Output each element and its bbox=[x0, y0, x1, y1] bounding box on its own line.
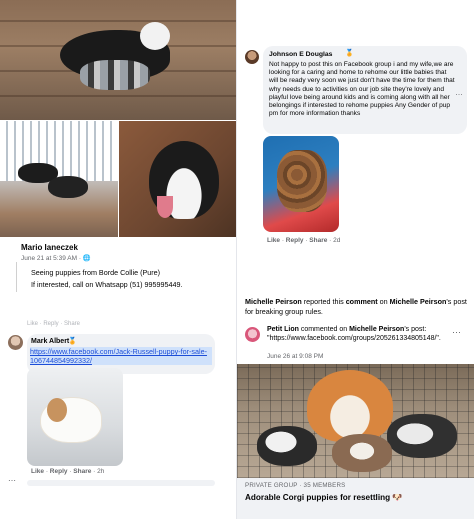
puppies-photo[interactable] bbox=[263, 136, 339, 232]
comment-bubble: Johnson E Douglas 🏅 Not happy to post th… bbox=[263, 46, 467, 134]
comment-timestamp[interactable]: June 26 at 9:08 PM bbox=[267, 353, 323, 360]
commenter-name[interactable]: Petit Lion bbox=[267, 326, 299, 333]
report-text: on bbox=[377, 297, 390, 306]
badge-icon: 🏅 bbox=[68, 338, 77, 345]
comment-body: Seeing puppies from Borde Collie (Pure) … bbox=[16, 262, 231, 292]
comment-actions: Like · Reply · Share · 2d bbox=[267, 237, 341, 244]
like-button[interactable]: Like bbox=[31, 468, 44, 475]
comment-link[interactable]: https://www.facebook.com/Jack-Russell-pu… bbox=[30, 347, 212, 365]
comment-time[interactable]: 2d bbox=[333, 237, 340, 244]
comment-actions: Like · Reply · Share · 2h bbox=[31, 468, 105, 475]
report-notice: Michelle Peirson reported this comment o… bbox=[245, 297, 470, 316]
avatar[interactable] bbox=[245, 50, 259, 64]
more-options-icon[interactable]: ⋯ bbox=[452, 327, 461, 338]
bottom-left-comment: Like · Reply · Share Mark Albert 🏅 https… bbox=[0, 318, 237, 519]
comment-header-text: 's post: bbox=[404, 326, 427, 333]
cropped-actions: Like · Reply · Share bbox=[27, 321, 81, 327]
comment-line-1: Seeing puppies from Borde Collie (Pure) bbox=[31, 268, 161, 277]
comment-author[interactable]: Mark Albert bbox=[31, 338, 69, 345]
reporter-name[interactable]: Michelle Peirson bbox=[245, 297, 302, 306]
post-owner-name[interactable]: Michelle Peirson bbox=[349, 326, 404, 333]
group-meta: PRIVATE GROUP · 35 MEMBERS bbox=[245, 482, 346, 489]
two-dogs-by-fence-photo[interactable] bbox=[0, 121, 118, 237]
comment-time[interactable]: 2h bbox=[97, 468, 104, 475]
comment-header: Petit Lion commented on Michelle Peirson… bbox=[267, 325, 457, 343]
avatar[interactable] bbox=[245, 327, 260, 342]
report-text: reported this bbox=[301, 297, 346, 306]
badge-icon: 🏅 bbox=[345, 50, 354, 57]
comment-line-2: If interested, call on Whatsapp (51) 995… bbox=[31, 280, 183, 289]
comment-header-text: commented on bbox=[298, 326, 350, 333]
comment-text: "https://www.facebook.com/groups/2052613… bbox=[267, 335, 441, 342]
comment-timestamp[interactable]: June 21 at 5:39 AM · 🌐 bbox=[21, 254, 91, 262]
bottom-right-report: Michelle Peirson reported this comment o… bbox=[237, 292, 474, 519]
comment-text: Not happy to post this on Facebook group… bbox=[269, 61, 455, 118]
top-right-comment: Johnson E Douglas 🏅 Not happy to post th… bbox=[237, 0, 474, 260]
reported-comment-link[interactable]: comment bbox=[346, 297, 378, 306]
comment-author[interactable]: Johnson E Douglas bbox=[269, 51, 332, 58]
post-owner-name[interactable]: Michelle Peirson bbox=[390, 297, 447, 306]
reply-button[interactable]: Reply bbox=[50, 468, 68, 475]
comment-author[interactable]: Mario Ianeczek bbox=[21, 243, 78, 252]
divider bbox=[236, 0, 237, 519]
share-button[interactable]: Share bbox=[309, 237, 327, 244]
share-button[interactable]: Share bbox=[73, 468, 91, 475]
corgi-with-puppies-photo[interactable] bbox=[237, 364, 474, 478]
avatar[interactable] bbox=[8, 335, 23, 350]
jack-russell-puppy-photo[interactable] bbox=[27, 368, 123, 466]
more-options-icon[interactable]: … bbox=[455, 88, 463, 97]
reply-input[interactable] bbox=[27, 480, 215, 486]
border-collie-closeup-photo[interactable] bbox=[119, 121, 237, 237]
group-link-card[interactable]: PRIVATE GROUP · 35 MEMBERS Adorable Corg… bbox=[237, 478, 474, 519]
reply-button[interactable]: Reply bbox=[286, 237, 304, 244]
border-collie-with-puppies-photo[interactable] bbox=[0, 0, 237, 120]
like-button[interactable]: Like bbox=[267, 237, 280, 244]
group-name[interactable]: Adorable Corgi puppies for resettling 🐶 bbox=[245, 493, 403, 503]
more-icon[interactable]: ⋯ bbox=[8, 476, 16, 485]
top-left-post: Mario Ianeczek June 21 at 5:39 AM · 🌐 Se… bbox=[0, 0, 237, 292]
